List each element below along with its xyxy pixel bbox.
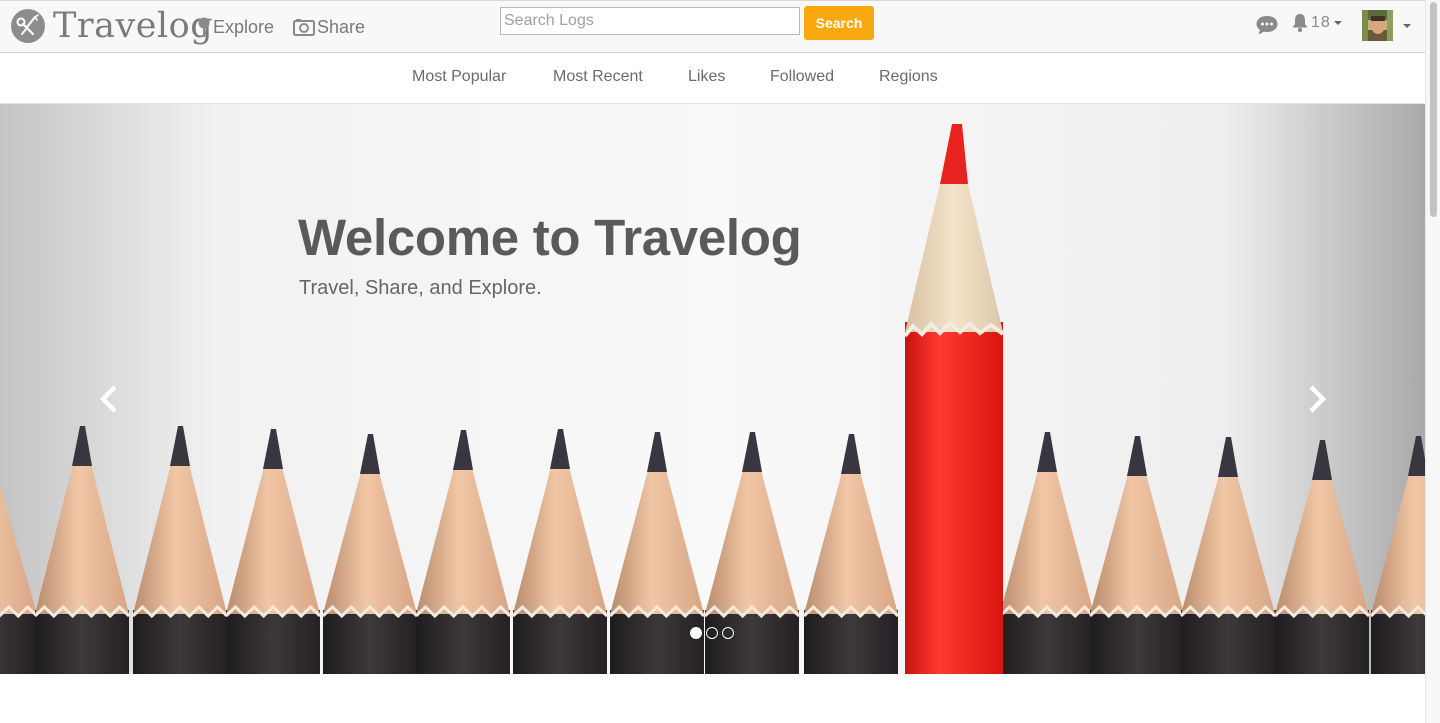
- subnav-regions[interactable]: Regions: [879, 67, 938, 87]
- hero-title: Welcome to Travelog: [298, 209, 802, 266]
- avatar: [1362, 10, 1393, 41]
- bell-icon: [1292, 14, 1308, 33]
- subnav-most-recent[interactable]: Most Recent: [553, 67, 643, 87]
- notification-count: 18: [1311, 14, 1331, 31]
- top-navbar: Travelog Explore Share Search 18: [0, 0, 1425, 53]
- search-button[interactable]: Search: [804, 6, 874, 40]
- hero-subtitle: Travel, Share, and Explore.: [299, 277, 542, 299]
- notifications-dropdown[interactable]: 18: [1291, 13, 1342, 33]
- brand-name: Travelog: [53, 6, 214, 46]
- user-menu-dropdown[interactable]: [1362, 10, 1411, 41]
- chat-bubble-icon[interactable]: [1255, 14, 1279, 36]
- page-scrollbar[interactable]: [1425, 0, 1440, 723]
- carousel-caption: Welcome to Travelog Travel, Share, and E…: [298, 208, 802, 300]
- sub-navbar: Most Popular Most Recent Likes Followed …: [0, 53, 1425, 104]
- camera-icon: [293, 19, 315, 36]
- carousel-indicator-2[interactable]: [706, 627, 718, 639]
- explore-label: Explore: [213, 17, 275, 37]
- hero-carousel: Welcome to Travelog Travel, Share, and E…: [0, 104, 1425, 674]
- travelog-logo-icon: [11, 9, 45, 43]
- share-link[interactable]: Share: [293, 15, 365, 39]
- search-input[interactable]: [500, 7, 800, 35]
- brand-link[interactable]: Travelog: [10, 6, 213, 46]
- explore-link[interactable]: Explore: [197, 15, 274, 39]
- carousel-slide-image: [0, 104, 1425, 674]
- carousel-next-button[interactable]: [1301, 379, 1331, 419]
- carousel-indicator-1[interactable]: [690, 627, 702, 639]
- chevron-down-icon: [1333, 21, 1342, 25]
- subnav-most-popular[interactable]: Most Popular: [412, 67, 506, 87]
- carousel-indicators: [690, 627, 734, 639]
- share-label: Share: [317, 17, 366, 37]
- map-pin-icon: [198, 17, 210, 37]
- subnav-followed[interactable]: Followed: [770, 67, 834, 87]
- chevron-down-icon: [1403, 23, 1411, 28]
- scrollbar-thumb[interactable]: [1430, 2, 1437, 217]
- subnav-likes[interactable]: Likes: [688, 67, 725, 87]
- carousel-prev-button[interactable]: [95, 379, 125, 419]
- carousel-indicator-3[interactable]: [722, 627, 734, 639]
